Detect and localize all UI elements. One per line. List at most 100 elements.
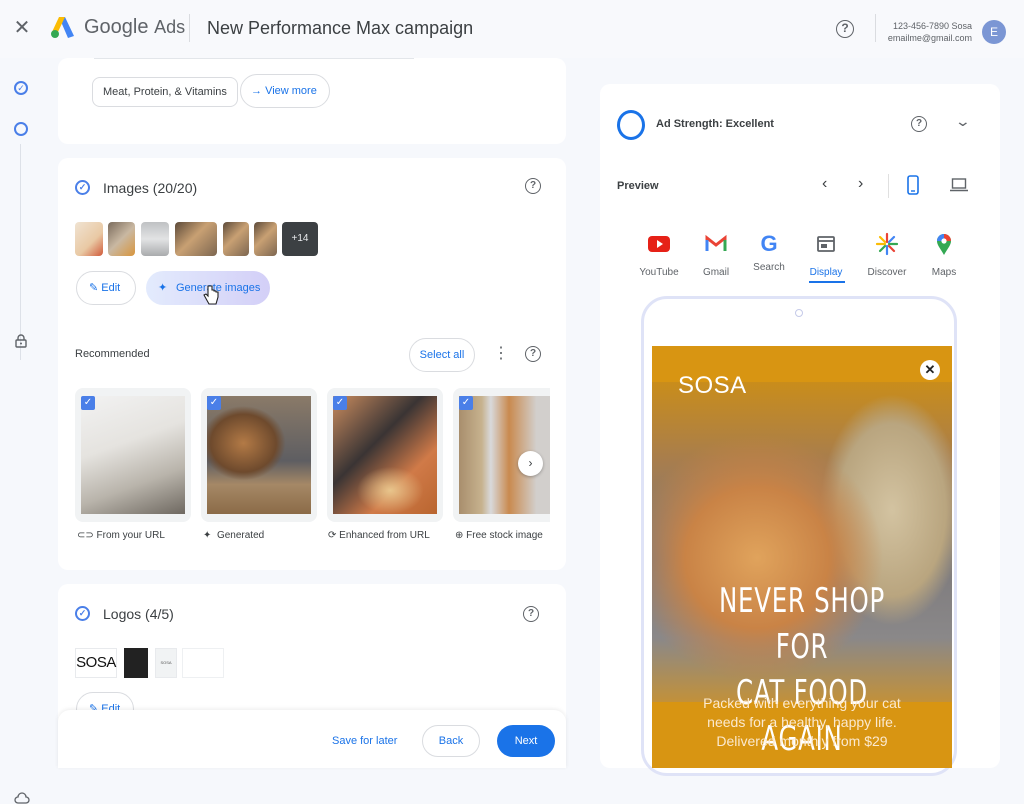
image-source-label: ⊂⊃ From your URL [77,530,165,541]
check-circle-icon[interactable]: ✓ [14,81,28,95]
footer-bar [58,710,566,768]
check-circle-icon: ✓ [75,606,90,621]
logo-thumbnail[interactable] [124,648,148,678]
channel-label: Gmail [702,267,730,278]
carousel-next-button[interactable]: › [518,451,543,476]
globe-icon: ⊕ [455,530,464,541]
logo-thumbnail[interactable] [182,648,224,678]
phone-camera [795,309,803,317]
account-phone: 123-456-7890 Sosa [892,21,972,31]
image-thumbnail[interactable] [75,222,103,256]
channel-label: Search [753,262,785,273]
recommended-image [207,396,311,514]
save-for-later-button[interactable]: Save for later [332,735,397,747]
logos-title: Logos (4/5) [103,606,174,622]
google-ads-logo [51,17,74,38]
mobile-device-icon[interactable] [907,175,919,195]
channel-label: Maps [931,267,957,278]
edit-images-button[interactable]: ✎ Edit [76,271,136,305]
select-all-button[interactable]: Select all [409,338,475,372]
active-tab-indicator [809,281,845,283]
recommended-label: Recommended [75,348,150,360]
channel-tab-youtube[interactable]: YouTube [629,232,689,278]
more-vert-icon[interactable]: ⋮ [493,343,509,365]
recommended-image-card[interactable]: ✓ [201,388,317,522]
help-icon[interactable]: ? [523,606,539,622]
back-button[interactable]: Back [422,725,480,757]
recommended-image-card[interactable]: ✓ [327,388,443,522]
link-icon: ⊂⊃ [77,530,94,541]
chevron-left-icon[interactable]: ‹ [822,175,827,193]
image-thumbnail[interactable] [108,222,135,256]
close-icon[interactable]: ✕ [12,16,32,40]
image-thumbnail[interactable] [223,222,249,256]
brand-name: Google Ads [84,16,186,38]
pencil-icon: ✎ [89,282,99,294]
checkbox[interactable]: ✓ [207,396,221,410]
divider [189,14,190,42]
sparkle-icon: ✦ [203,530,212,541]
ad-strength-indicator [617,110,645,140]
ad-description: Packed with everything your cat needs fo… [652,694,952,751]
images-title: Images (20/20) [103,180,198,196]
help-icon[interactable]: ? [836,20,854,38]
campaign-title: New Performance Max campaign [207,18,474,38]
sparkle-icon: ✦ [158,282,168,294]
account-info[interactable]: 123-456-7890 Sosa emailme@gmail.com [888,20,972,44]
avatar[interactable]: E [982,20,1006,44]
checkbox[interactable]: ✓ [81,396,95,410]
image-thumbnail[interactable] [254,222,277,256]
step-rail: ✓ [0,58,50,804]
chevron-down-icon[interactable]: ⌄ [955,113,971,130]
discover-icon [875,232,899,256]
channel-label: YouTube [639,267,679,278]
arrow-right-icon: → [251,85,262,97]
top-bar: ✕ Google Ads New Performance Max campaig… [0,0,1024,58]
divider [875,14,876,42]
cloud-icon[interactable] [14,792,30,804]
view-more-label: View more [265,85,317,97]
close-icon[interactable]: ✕ [920,360,940,380]
check-circle-icon: ✓ [75,180,90,195]
image-source-label: ⊕ Free stock image [455,530,543,541]
description-line: Delivered monthly from $29 [716,733,888,749]
hand-cursor-icon [203,285,219,305]
image-source-label: ⟳ Enhanced from URL [328,530,430,541]
image-source-label: ✦ Generated [203,530,265,541]
theme-chip[interactable]: Meat, Protein, & Vitamins [92,77,238,107]
preview-label: Preview [617,180,659,192]
channel-label: Discover [867,267,907,278]
channel-tab-discover[interactable]: Discover [857,232,917,278]
help-icon[interactable]: ? [525,346,541,362]
google-g-icon: G [760,231,778,256]
channel-tab-display[interactable]: Display [796,232,856,278]
description-line: Packed with everything your cat [703,695,901,711]
logo-thumbnail[interactable]: SOSA [155,648,177,678]
circle-icon[interactable] [14,122,28,136]
help-icon[interactable]: ? [911,116,927,132]
checkbox[interactable]: ✓ [333,396,347,410]
desktop-device-icon[interactable] [950,178,968,192]
youtube-icon [648,236,670,252]
next-button[interactable]: Next [497,725,555,757]
edit-label: Edit [101,282,121,294]
logo-thumbnail[interactable]: SOSA [75,648,117,678]
channel-tab-gmail[interactable]: Gmail [686,232,746,278]
display-ad-preview: SOSA ✕ NEVER SHOP FOR CAT FOOD AGAIN Pac… [652,346,952,768]
help-icon[interactable]: ? [525,178,541,194]
chevron-right-icon[interactable]: › [858,175,863,193]
description-line: needs for a healthy, happy life. [707,714,897,730]
image-thumbnail[interactable] [175,222,217,256]
channel-tab-maps[interactable]: Maps [914,232,974,278]
lock-icon [15,334,27,348]
view-more-button[interactable]: → View more [240,74,330,108]
recommended-image [81,396,185,514]
display-icon [817,236,835,252]
account-email: emailme@gmail.com [887,33,972,43]
recommended-image-card[interactable]: ✓ [75,388,191,522]
ad-strength-label: Ad Strength: Excellent [656,118,774,130]
channel-tab-search[interactable]: G Search [739,231,799,274]
checkbox[interactable]: ✓ [459,396,473,410]
image-thumbnail[interactable] [141,222,169,256]
more-images-badge[interactable]: +14 [282,222,318,256]
